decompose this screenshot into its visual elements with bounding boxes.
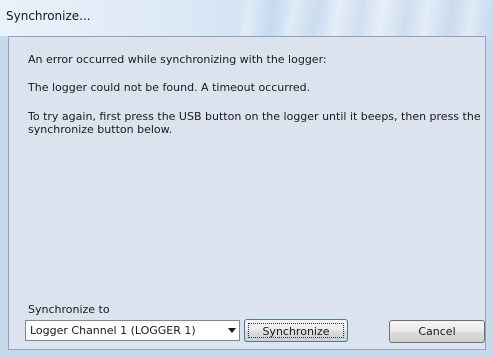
error-message-detail: The logger could not be found. A timeout… xyxy=(28,81,311,94)
retry-instructions: To try again, first press the USB button… xyxy=(28,110,485,136)
cancel-button[interactable]: Cancel xyxy=(389,320,485,343)
error-message-heading: An error occurred while synchronizing wi… xyxy=(28,53,327,66)
window-title: Synchronize... xyxy=(6,9,91,23)
logger-channel-value: Logger Channel 1 (LOGGER 1) xyxy=(30,324,196,337)
synchronize-dialog: Synchronize... An error occurred while s… xyxy=(0,0,494,358)
title-bar[interactable]: Synchronize... xyxy=(0,0,494,36)
chevron-down-icon[interactable] xyxy=(228,328,236,333)
logger-channel-select[interactable]: Logger Channel 1 (LOGGER 1) xyxy=(25,320,240,341)
synchronize-button-label: Synchronize xyxy=(248,323,344,338)
synchronize-to-label: Synchronize to xyxy=(28,303,110,316)
dialog-body: An error occurred while synchronizing wi… xyxy=(8,36,486,350)
synchronize-button[interactable]: Synchronize xyxy=(244,319,348,342)
